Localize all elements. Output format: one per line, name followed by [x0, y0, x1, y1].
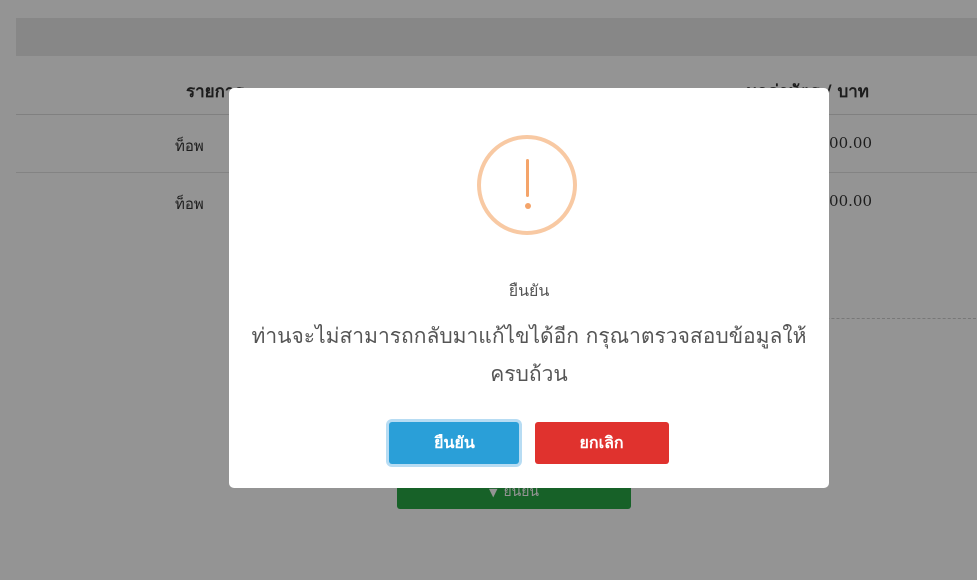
- warning-icon: [477, 135, 577, 235]
- dialog-actions: ยืนยัน ยกเลิก: [229, 422, 829, 464]
- warning-icon-bar: [526, 159, 529, 197]
- page: รายการ มูลค่าบัตร / บาท ท็อพ 00.00 ท็อพ …: [0, 0, 977, 580]
- confirm-button[interactable]: ยืนยัน: [389, 422, 520, 464]
- cancel-button[interactable]: ยกเลิก: [534, 422, 669, 464]
- confirm-dialog: ยืนยัน ท่านจะไม่สามารถกลับมาแก้ไขได้อีก …: [229, 88, 829, 488]
- dialog-message: ท่านจะไม่สามารถกลับมาแก้ไขได้อีก กรุณาตร…: [251, 324, 807, 386]
- dialog-title: ยืนยัน: [508, 281, 550, 300]
- warning-icon-dot: [525, 203, 531, 209]
